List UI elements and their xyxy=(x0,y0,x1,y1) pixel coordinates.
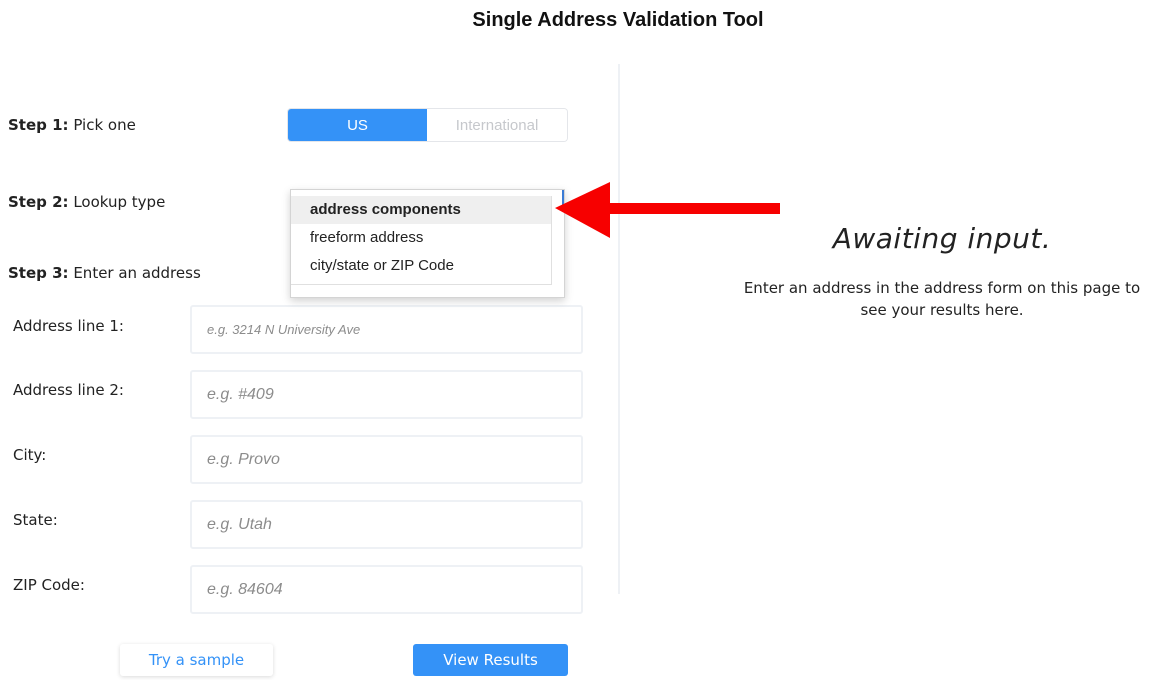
city-label: City: xyxy=(13,446,47,464)
option-city-state-zip[interactable]: city/state or ZIP Code xyxy=(291,252,551,280)
state-input[interactable] xyxy=(190,500,583,549)
toggle-international-button[interactable]: International xyxy=(427,109,567,141)
arrow-head xyxy=(555,182,610,238)
address-line-1-input[interactable] xyxy=(190,305,583,354)
step-2-text: Lookup type xyxy=(73,193,166,211)
step-1-text: Pick one xyxy=(73,116,136,134)
city-input[interactable] xyxy=(190,435,583,484)
step-1-prefix: Step 1: xyxy=(8,116,69,134)
lookup-type-options: address components freeform address city… xyxy=(291,196,552,285)
step-3-text: Enter an address xyxy=(73,264,201,282)
step-3-label: Step 3: Enter an address xyxy=(8,264,201,282)
address-line-2-input[interactable] xyxy=(190,370,583,419)
column-divider xyxy=(618,64,620,594)
zip-code-label: ZIP Code: xyxy=(13,576,85,594)
toggle-us-button[interactable]: US xyxy=(288,109,427,141)
awaiting-input-message: Enter an address in the address form on … xyxy=(743,279,1141,319)
step-2-prefix: Step 2: xyxy=(8,193,69,211)
zip-code-input[interactable] xyxy=(190,565,583,614)
option-freeform-address[interactable]: freeform address xyxy=(291,224,551,252)
step-1-label: Step 1: Pick one xyxy=(8,116,136,134)
country-toggle: US International xyxy=(288,109,567,141)
arrow-shaft xyxy=(608,203,780,214)
try-sample-button[interactable]: Try a sample xyxy=(120,644,273,676)
option-address-components[interactable]: address components xyxy=(291,196,551,224)
lookup-type-dropdown[interactable]: address components freeform address city… xyxy=(290,189,565,298)
state-label: State: xyxy=(13,511,58,529)
awaiting-input-title: Awaiting input. xyxy=(832,222,1052,255)
view-results-button[interactable]: View Results xyxy=(413,644,568,676)
address-line-2-label: Address line 2: xyxy=(13,381,124,399)
step-2-label: Step 2: Lookup type xyxy=(8,193,165,211)
address-line-1-label: Address line 1: xyxy=(13,317,124,335)
page-title: Single Address Validation Tool xyxy=(472,9,764,31)
step-3-prefix: Step 3: xyxy=(8,264,69,282)
